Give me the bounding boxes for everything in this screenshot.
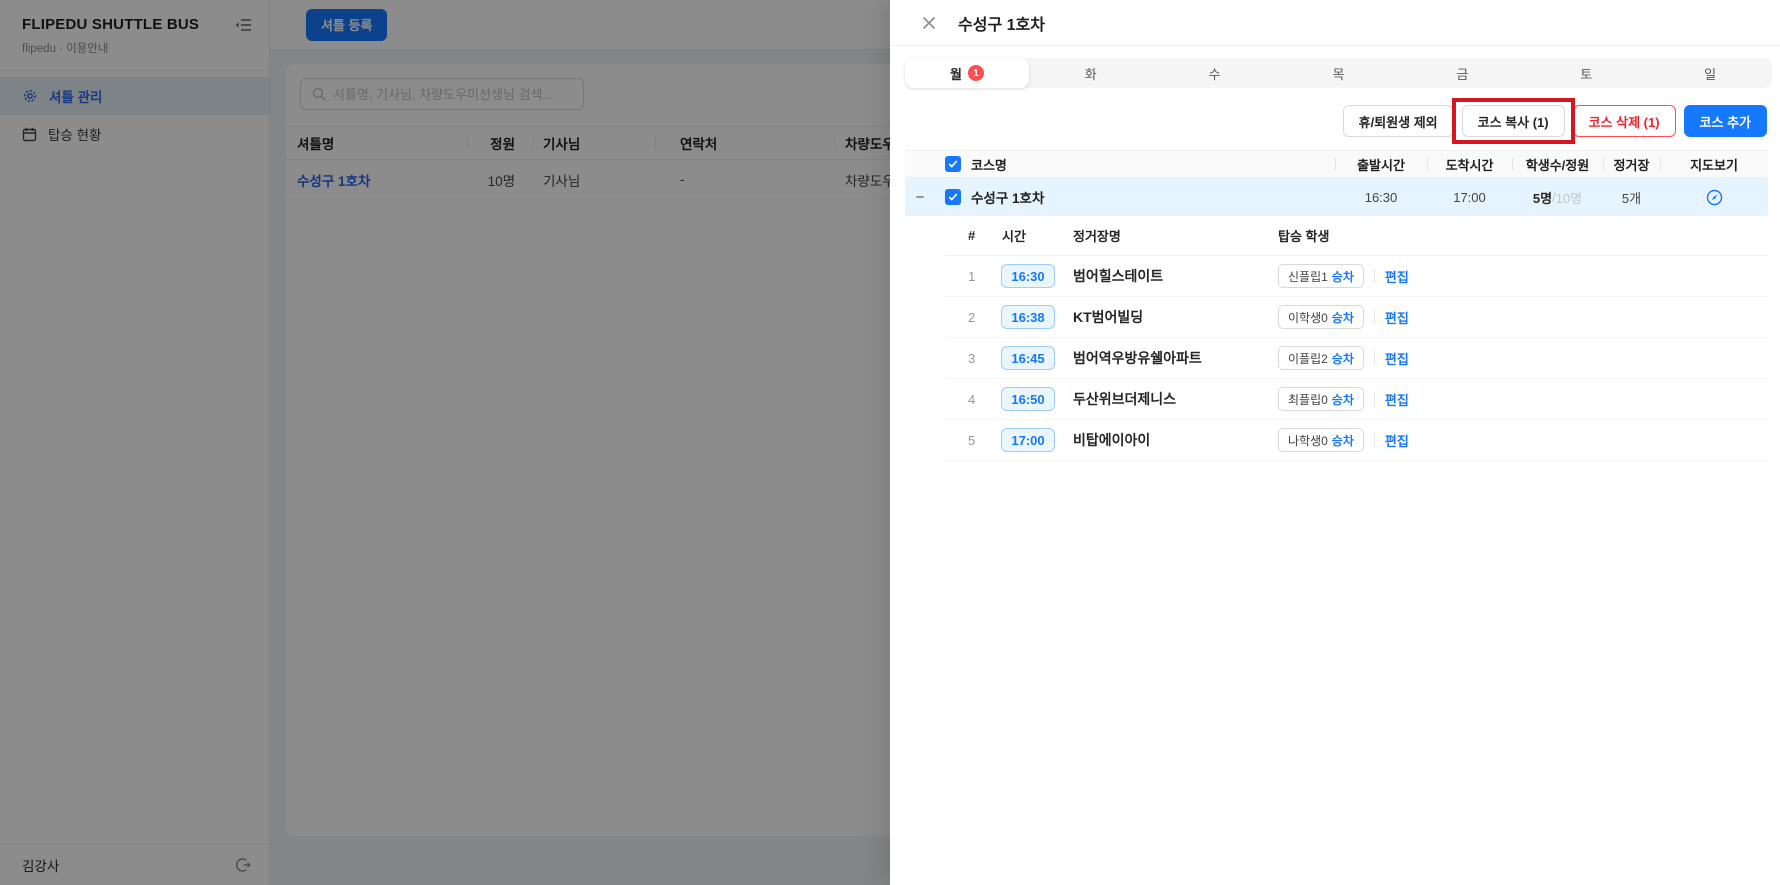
student-board-pill[interactable]: 이학생0 승차 (1278, 305, 1364, 329)
stop-row: 5 17:00 비탑에이아이 나학생0 승차 편집 (945, 420, 1768, 461)
delete-course-button[interactable]: 코스 삭제 (1) (1572, 105, 1676, 137)
col-stop-no: # (968, 228, 976, 243)
stop-row: 4 16:50 두산위브더제니스 최플립0 승차 편집 (945, 379, 1768, 420)
tab-monday[interactable]: 월 1 (905, 58, 1029, 88)
course-depart: 16:30 (1364, 189, 1398, 205)
edit-link[interactable]: 편집 (1385, 349, 1409, 368)
edit-link[interactable]: 편집 (1385, 431, 1409, 450)
stop-name: 비탑에이아이 (1073, 432, 1151, 448)
student-board-pill[interactable]: 신플립1 승차 (1278, 264, 1364, 288)
tab-tuesday[interactable]: 화 (1029, 58, 1153, 88)
col-course-name: 코스명 (971, 157, 1007, 173)
col-depart-time: 출발시간 (1335, 151, 1427, 177)
student-board-pill[interactable]: 최플립0 승차 (1278, 387, 1364, 411)
stop-no: 2 (968, 309, 976, 325)
col-students: 학생수/정원 (1512, 151, 1603, 177)
copy-course-button[interactable]: 코스 복사 (1) (1461, 105, 1565, 137)
board-label: 승차 (1331, 269, 1354, 284)
stop-no: 3 (968, 350, 976, 366)
board-label: 승차 (1331, 433, 1354, 448)
divider (1373, 310, 1375, 324)
student-board-pill[interactable]: 나학생0 승차 (1278, 428, 1364, 452)
course-actions: 휴/퇴원생 제외 코스 복사 (1) 코스 삭제 (1) 코스 추가 (890, 98, 1780, 144)
student-name: 이플립2 (1288, 351, 1328, 366)
course-name: 수성구 1호차 (971, 191, 1045, 206)
tab-label: 수 (1208, 66, 1221, 82)
stop-time-chip: 16:45 (1001, 346, 1055, 370)
stop-no: 4 (968, 391, 976, 407)
course-drawer: 수성구 1호차 월 1 화 수 목 금 토 일 휴/퇴원생 제외 코스 복사 (… (890, 0, 1780, 885)
tab-label: 토 (1580, 66, 1593, 82)
exclude-withdrawn-button[interactable]: 휴/퇴원생 제외 (1342, 105, 1454, 137)
divider (1373, 269, 1375, 283)
drawer-header: 수성구 1호차 (890, 0, 1780, 46)
close-icon[interactable] (920, 14, 938, 32)
tab-saturday[interactable]: 토 (1524, 58, 1648, 88)
tab-label: 화 (1084, 66, 1097, 82)
edit-link[interactable]: 편집 (1385, 308, 1409, 327)
app-root: FLIPEDU SHUTTLE BUS flipedu · 이용안내 셔틀 관리 (0, 0, 1780, 885)
stop-row: 2 16:38 KT범어빌딩 이학생0 승차 편집 (945, 297, 1768, 338)
board-label: 승차 (1331, 351, 1354, 366)
course-table: 코스명 출발시간 도착시간 학생수/정원 정거장 지도보기 − 수성구 1호차 … (905, 150, 1768, 461)
col-stop-time: 시간 (1002, 229, 1026, 244)
course-stops-count: 5개 (1621, 190, 1642, 206)
stop-time-chip: 16:30 (1001, 264, 1055, 288)
col-arrive-time: 도착시간 (1427, 151, 1512, 177)
col-stops: 정거장 (1603, 151, 1660, 177)
stop-time-chip: 16:50 (1001, 387, 1055, 411)
select-all-checkbox[interactable] (945, 156, 961, 172)
weekday-tabs: 월 1 화 수 목 금 토 일 (905, 58, 1772, 88)
stops-table-header: # 시간 정거장명 탑승 학생 (945, 216, 1768, 256)
drawer-title: 수성구 1호차 (958, 16, 1045, 34)
col-stop-name: 정거장명 (1073, 229, 1121, 244)
stop-name: KT범어빌딩 (1073, 309, 1144, 325)
map-view-icon[interactable] (1706, 189, 1723, 206)
edit-link[interactable]: 편집 (1385, 267, 1409, 286)
stop-no: 5 (968, 432, 976, 448)
tab-label: 월 (949, 66, 962, 82)
course-arrive: 17:00 (1453, 189, 1486, 205)
stop-name: 범어힐스테이트 (1073, 268, 1164, 284)
tab-label: 목 (1332, 66, 1345, 82)
copy-course-wrap: 코스 복사 (1) (1451, 98, 1575, 144)
stop-name: 범어역우방유쉘아파트 (1073, 350, 1202, 366)
stops-table: # 시간 정거장명 탑승 학생 1 16:30 범어힐스테이트 신플립1 승차 (945, 216, 1768, 461)
students-current: 5명 (1532, 190, 1553, 206)
students-capacity: 10명 (1555, 190, 1583, 206)
divider (1373, 392, 1375, 406)
course-table-header: 코스명 출발시간 도착시간 학생수/정원 정거장 지도보기 (905, 150, 1768, 178)
tab-friday[interactable]: 금 (1400, 58, 1524, 88)
edit-link[interactable]: 편집 (1385, 390, 1409, 409)
tab-wednesday[interactable]: 수 (1153, 58, 1277, 88)
add-course-button[interactable]: 코스 추가 (1683, 105, 1767, 137)
divider (1373, 433, 1375, 447)
course-row: − 수성구 1호차 16:30 17:00 5명 / 10명 5개 (905, 178, 1768, 216)
stop-time-chip: 16:38 (1001, 305, 1055, 329)
stop-row: 3 16:45 범어역우방유쉘아파트 이플립2 승차 편집 (945, 338, 1768, 379)
student-name: 신플립1 (1288, 269, 1328, 284)
tab-label: 일 (1704, 66, 1717, 82)
student-name: 최플립0 (1288, 392, 1328, 407)
board-label: 승차 (1331, 310, 1354, 325)
tab-label: 금 (1456, 66, 1469, 82)
tab-sunday[interactable]: 일 (1648, 58, 1772, 88)
stop-row: 1 16:30 범어힐스테이트 신플립1 승차 편집 (945, 256, 1768, 297)
stop-no: 1 (968, 268, 976, 284)
collapse-row-icon[interactable]: − (911, 188, 929, 206)
student-name: 이학생0 (1288, 310, 1328, 325)
board-label: 승차 (1331, 392, 1354, 407)
course-checkbox[interactable] (945, 189, 961, 205)
stop-name: 두산위브더제니스 (1073, 391, 1177, 407)
tab-thursday[interactable]: 목 (1277, 58, 1401, 88)
stop-time-chip: 17:00 (1001, 428, 1055, 452)
course-students: 5명 / 10명 (1512, 188, 1603, 207)
col-boarding-students: 탑승 학생 (1278, 229, 1330, 244)
student-name: 나학생0 (1288, 433, 1328, 448)
col-map: 지도보기 (1660, 151, 1768, 177)
divider (1373, 351, 1375, 365)
tab-count-badge: 1 (967, 65, 984, 81)
student-board-pill[interactable]: 이플립2 승차 (1278, 346, 1364, 370)
